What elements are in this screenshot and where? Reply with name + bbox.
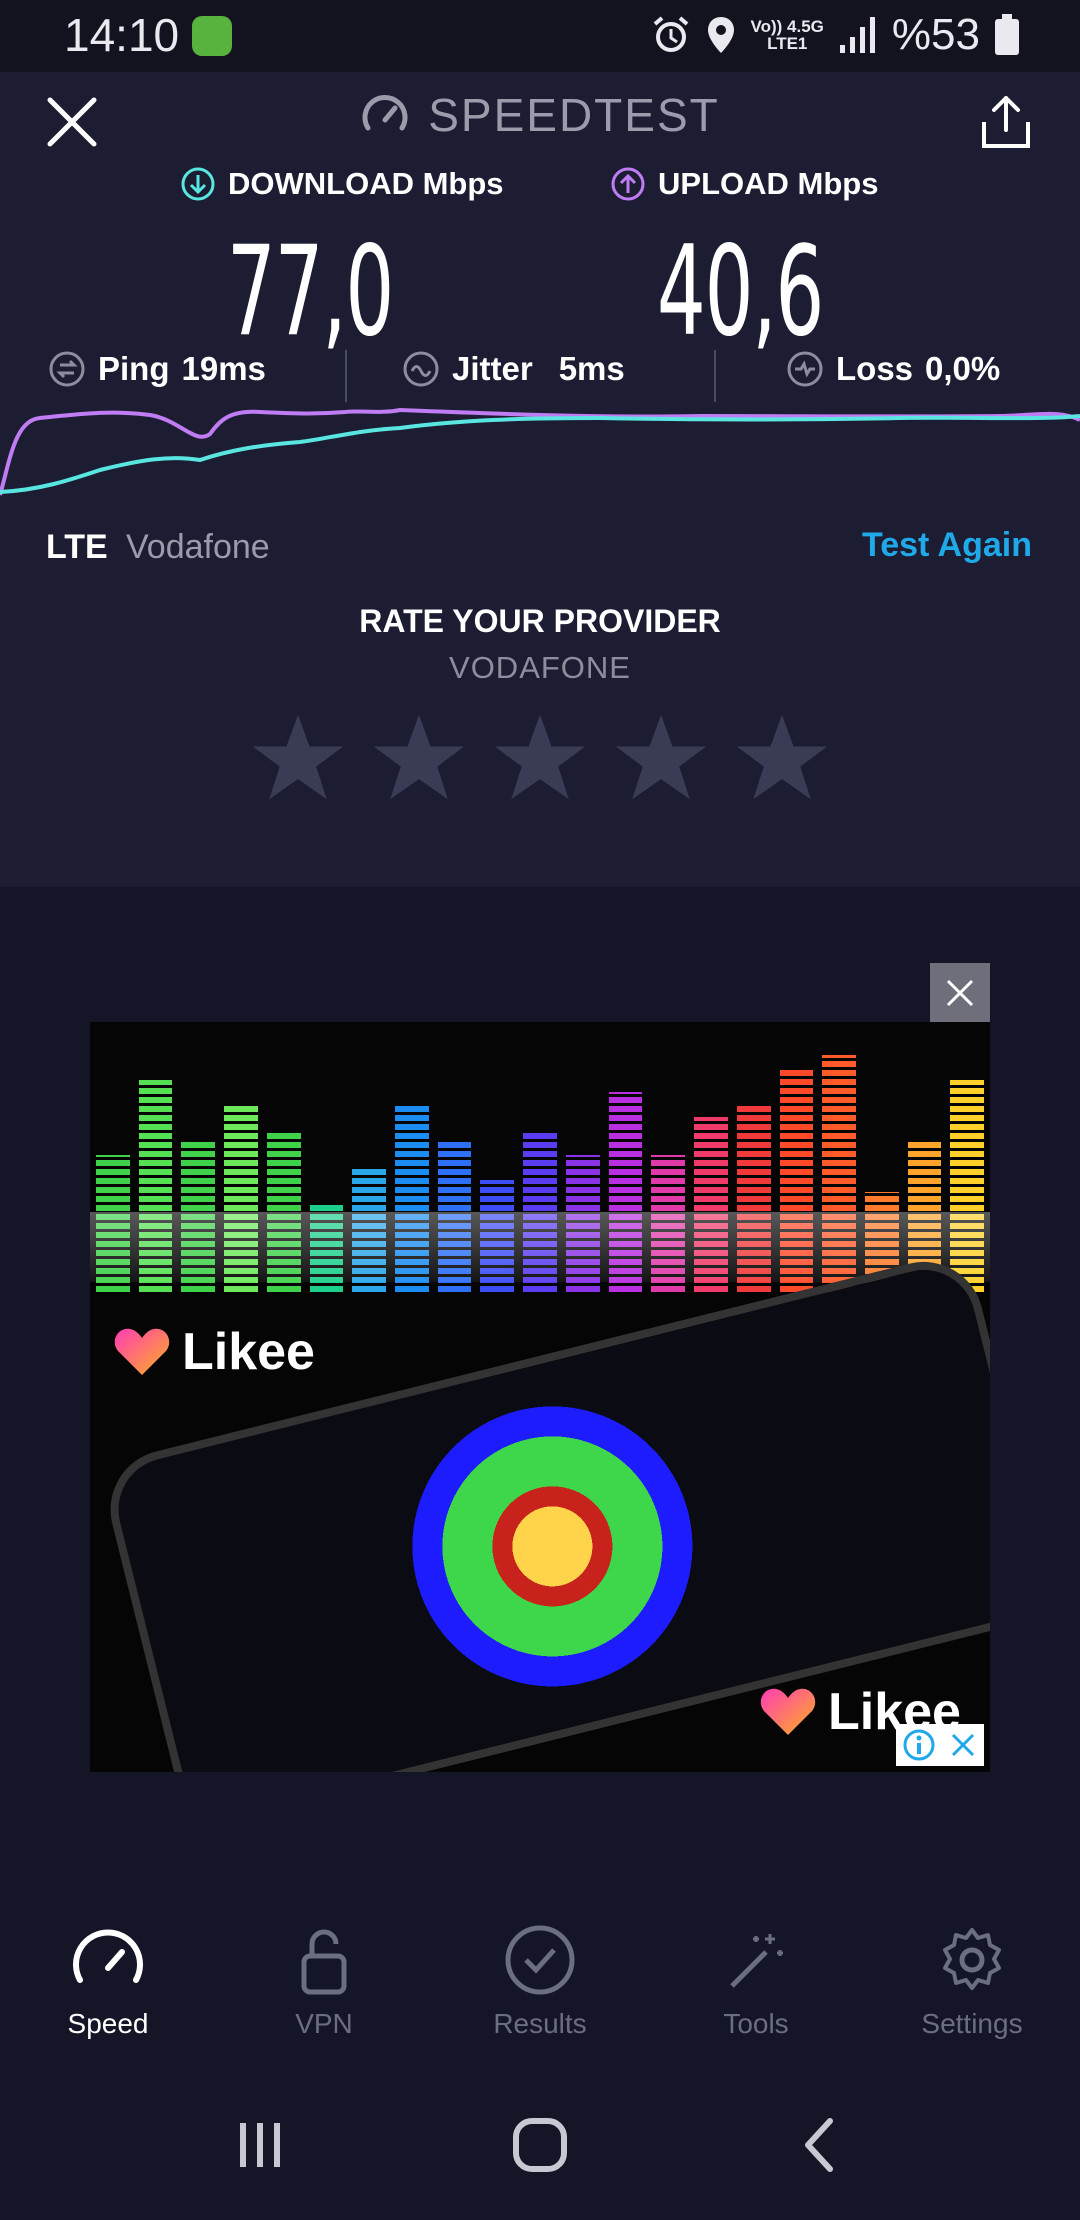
nav-item-tools[interactable]: Tools [656, 1920, 856, 2070]
loss-value: 0,0% [925, 350, 1001, 387]
battery-icon [995, 14, 1019, 55]
nav-label-settings: Settings [921, 2008, 1023, 2039]
speedometer-icon [73, 1929, 143, 1983]
location-icon [707, 17, 734, 53]
ad-choices[interactable] [896, 1724, 984, 1766]
ping-value: 19ms [181, 350, 266, 387]
divider [345, 350, 347, 402]
rating-star-2[interactable] [371, 710, 467, 806]
upload-arrow-icon [611, 167, 645, 201]
jitter-value: 5ms [558, 350, 625, 387]
nav-label-vpn: VPN [295, 2008, 353, 2039]
jitter-icon [403, 351, 439, 387]
provider-name: VODAFONE [449, 650, 631, 685]
heart-logo-icon [760, 1688, 816, 1735]
magic-wand-icon [730, 1934, 783, 1988]
back-icon[interactable] [790, 2115, 850, 2175]
nav-label-speed: Speed [67, 2008, 149, 2039]
alarm-icon [653, 16, 688, 52]
rating-star-1[interactable] [250, 710, 346, 806]
ad-brand-text: Likee [182, 1323, 315, 1381]
close-icon[interactable] [948, 1730, 978, 1760]
info-icon[interactable] [902, 1728, 936, 1762]
rating-star-5[interactable] [734, 710, 830, 806]
rate-provider-title: RATE YOUR PROVIDER [359, 603, 721, 639]
upload-value: 40,6 [656, 220, 824, 364]
upload-header: UPLOAD Mbps [610, 166, 878, 202]
divider [714, 350, 716, 402]
nav-item-vpn[interactable]: VPN [224, 1920, 424, 2070]
jitter-label: Jitter [452, 350, 533, 387]
status-icons: Vo)) 4.5G LTE1 %53 [651, 10, 1020, 60]
download-label: DOWNLOAD Mbps [228, 166, 504, 201]
share-icon[interactable] [976, 92, 1036, 152]
network-indicator: Vo)) 4.5G LTE1 [751, 18, 824, 52]
upload-label: UPLOAD Mbps [658, 166, 879, 201]
speed-graph [0, 407, 1080, 496]
recent-apps-icon[interactable] [230, 2115, 290, 2175]
home-app-icon [192, 16, 232, 56]
ping-stat: Ping 19ms [48, 350, 266, 388]
rating-star-4[interactable] [613, 710, 709, 806]
test-again-button[interactable]: Test Again [862, 526, 1032, 565]
download-arrow-icon [181, 167, 215, 201]
nav-label-results: Results [493, 2008, 587, 2039]
rating-star-3[interactable] [492, 710, 588, 806]
app-title-text: SPEEDTEST [428, 89, 720, 141]
download-graph-line [0, 414, 1080, 494]
speedometer-logo-icon [362, 95, 408, 131]
carrier-name: Vodafone [126, 528, 270, 566]
heart-logo-icon [114, 1328, 170, 1375]
ad-close-button[interactable] [930, 963, 990, 1023]
battery-percent: %53 [891, 10, 980, 59]
jitter-stat: Jitter 5ms [402, 350, 625, 388]
advertisement[interactable]: Likee Likee [90, 1022, 990, 1772]
loss-stat: Loss 0,0% [786, 350, 1000, 388]
loss-label: Loss [836, 350, 914, 387]
check-circle-icon [505, 1925, 575, 1995]
connection-type: LTE [46, 528, 108, 566]
status-bar: 14:10 Vo)) 4.5G LTE1 %53 [0, 0, 1080, 72]
nav-item-settings[interactable]: Settings [872, 1920, 1072, 2070]
bottom-nav: Speed VPN Results Tools Settings [0, 1920, 1080, 2070]
ad-brand-logo: Likee [114, 1322, 315, 1382]
network-type-top: Vo)) 4.5G [750, 17, 824, 36]
download-header: DOWNLOAD Mbps [180, 166, 504, 202]
rating-stars [250, 710, 830, 806]
nav-item-speed[interactable]: Speed [8, 1920, 208, 2070]
lock-icon [301, 1929, 347, 1995]
nav-label-tools: Tools [723, 2008, 789, 2039]
app-title: SPEEDTEST [0, 88, 1080, 151]
signal-icon [839, 17, 875, 53]
loss-icon [787, 351, 823, 387]
network-type-bottom: LTE1 [767, 34, 808, 53]
home-icon[interactable] [510, 2115, 570, 2175]
nav-item-results[interactable]: Results [440, 1920, 640, 2070]
ping-icon [49, 351, 85, 387]
ping-label: Ping [98, 350, 170, 387]
ad-reflection-band [90, 1212, 990, 1282]
gear-icon [943, 1928, 1001, 1990]
system-nav-bar [0, 2100, 1080, 2190]
clock: 14:10 [64, 9, 180, 61]
upload-graph-line [0, 407, 1080, 496]
download-value: 77,0 [226, 220, 394, 364]
close-icon [946, 979, 974, 1007]
